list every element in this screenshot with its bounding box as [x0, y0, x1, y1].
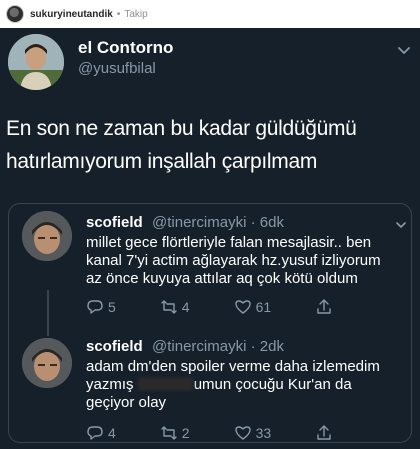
tweet-screenshot: el Contorno @yusufbilal En son ne zaman …: [0, 28, 420, 449]
reply-icon: [87, 300, 103, 314]
retweet-icon: [161, 426, 177, 440]
reply-text-line: yazmış umun çocuğu Kur'an da: [86, 376, 406, 394]
reply-author-name[interactable]: scofield: [86, 214, 143, 231]
separator-dot: •: [116, 8, 121, 20]
thread-connector: [47, 290, 49, 336]
reply-meta: @tinercimayki · 6dk: [152, 214, 284, 231]
tweet-text-line: hatırlamıyorum inşallah çarpılmam: [6, 150, 318, 173]
share-icon: [317, 299, 331, 314]
reply-text: millet gece flörtleriyle falan mesajlasi…: [86, 234, 406, 288]
reply-handle[interactable]: @tinercimayki: [152, 338, 246, 355]
tweet-text: En son ne zaman bu kadar güldüğümü hatır…: [6, 112, 416, 178]
author-avatar[interactable]: [8, 34, 64, 90]
reply-button[interactable]: 5: [86, 298, 116, 316]
reply-count: 5: [108, 299, 116, 315]
reply-text-fragment: yazmış: [86, 376, 134, 393]
follow-button[interactable]: Takip: [124, 9, 147, 20]
share-icon: [317, 425, 331, 440]
poster-username[interactable]: sukuryineutandik: [30, 9, 113, 20]
reply-text-line: adam dm'den spoiler verme daha izlemedim: [86, 358, 380, 375]
chevron-down-icon[interactable]: [394, 218, 408, 232]
tweet-text-line: En son ne zaman bu kadar güldüğümü: [6, 117, 357, 140]
chevron-down-icon[interactable]: [396, 42, 412, 58]
like-icon: [234, 300, 251, 314]
author-name[interactable]: el Contorno: [78, 38, 173, 58]
reply-time: · 2dk: [250, 338, 284, 355]
reply-avatar[interactable]: [22, 211, 72, 261]
like-button[interactable]: 61: [234, 298, 272, 316]
reply-text-line: az önce kuyuya attılar aq çok kötü oldum: [86, 270, 358, 287]
like-count: 33: [255, 425, 272, 441]
reply-text-fragment: umun çocuğu Kur'an da: [193, 376, 352, 393]
reply-text: adam dm'den spoiler verme daha izlemedim…: [86, 358, 406, 412]
share-button[interactable]: [315, 424, 337, 442]
retweet-icon: [161, 300, 177, 314]
reply-handle[interactable]: @tinercimayki: [152, 214, 246, 231]
reply-time: · 6dk: [250, 214, 284, 231]
redacted-blur: [137, 377, 194, 391]
reply-avatar[interactable]: [22, 338, 72, 388]
reply-count: 4: [108, 425, 116, 441]
share-button[interactable]: [315, 298, 337, 316]
reply-actions: 5 4 61: [86, 298, 381, 316]
retweet-button[interactable]: 4: [160, 298, 190, 316]
instagram-post-header: sukuryineutandik • Takip: [0, 0, 420, 28]
author-handle[interactable]: @yusufbilal: [78, 60, 156, 77]
reply-actions: 4 2 33: [86, 424, 381, 442]
reply-button[interactable]: 4: [86, 424, 116, 442]
reply-text-line: kanal 7'yi actim ağlayarak hz.yusuf izli…: [86, 252, 381, 269]
like-button[interactable]: 33: [234, 424, 272, 442]
reply-author-name[interactable]: scofield: [86, 338, 143, 355]
reply-meta: @tinercimayki · 2dk: [152, 338, 284, 355]
reply-text-line: geçiyor olay: [86, 394, 167, 411]
retweet-count: 4: [181, 299, 190, 315]
poster-avatar[interactable]: [6, 5, 24, 23]
retweet-button[interactable]: 2: [160, 424, 190, 442]
reply-icon: [87, 426, 103, 440]
retweet-count: 2: [181, 425, 190, 441]
like-icon: [234, 426, 251, 440]
reply-text-line: millet gece flörtleriyle falan mesajlasi…: [86, 234, 372, 251]
like-count: 61: [255, 299, 272, 315]
